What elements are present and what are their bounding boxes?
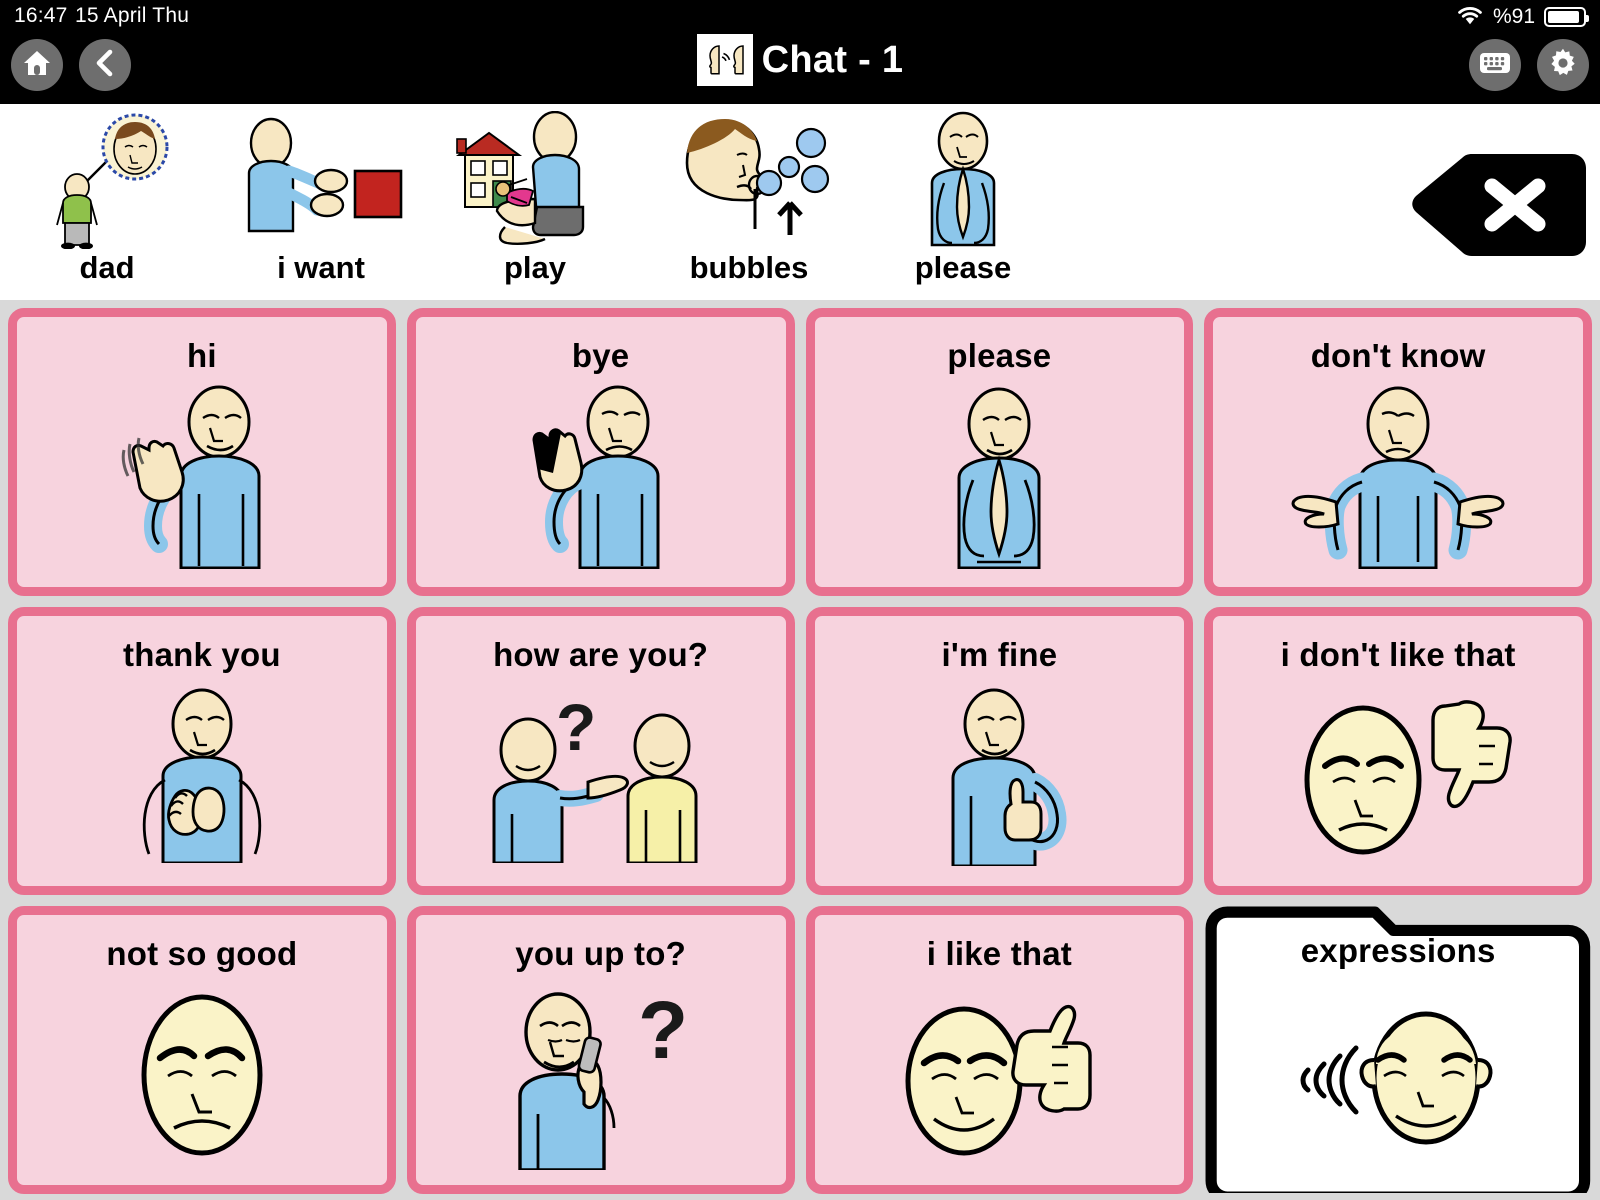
sentence-item-label: please (914, 250, 1012, 285)
status-date: 15 April Thu (75, 4, 190, 27)
board-cell-thank-you[interactable]: thank you (8, 607, 396, 895)
svg-text:?: ? (638, 985, 688, 1076)
cell-label: thank you (123, 636, 281, 673)
person-on-phone-question-icon: ? (416, 970, 786, 1185)
cell-label: how are you? (493, 636, 709, 673)
board-cell-dont-know[interactable]: don't know (1204, 308, 1592, 596)
page-title: Chat - 1 (0, 34, 1600, 86)
board-cell-im-fine[interactable]: i'm fine (805, 607, 1194, 895)
board-cell-i-like-that[interactable]: i like that (805, 906, 1194, 1194)
sentence-item-i-want[interactable]: i want (214, 104, 428, 300)
svg-text:?: ? (556, 690, 596, 764)
cell-label: hi (187, 337, 217, 374)
wifi-icon (1456, 4, 1484, 30)
sentence-item-label: dad (79, 250, 135, 285)
board-cell-expressions-folder[interactable]: expressions (1204, 906, 1592, 1194)
person-waving-goodbye-icon (416, 372, 786, 587)
board-cell-hi[interactable]: hi (8, 308, 396, 596)
sentence-items: dad i want play bubbles please (0, 104, 1070, 300)
cell-label: i don't like that (1280, 636, 1516, 673)
cell-label: not so good (106, 935, 298, 972)
board-cell-i-dont-like-that[interactable]: i don't like that (1204, 607, 1592, 895)
board-cell-how-are-you[interactable]: how are you? ? (406, 607, 795, 895)
two-talking-heads-icon (696, 34, 753, 86)
battery-icon (1544, 7, 1589, 27)
person-waving-hello-icon (17, 372, 387, 587)
clear-sentence-button[interactable] (1410, 152, 1588, 258)
battery-percent: %91 (1492, 5, 1535, 28)
person-reaching-red-square-icon (221, 110, 421, 250)
cell-label: don't know (1310, 337, 1486, 374)
sentence-item-bubbles[interactable]: bubbles (642, 104, 856, 300)
sentence-item-play[interactable]: play (428, 104, 642, 300)
sentence-item-label: bubbles (689, 250, 809, 285)
board-cell-not-so-good[interactable]: not so good (8, 906, 396, 1194)
cell-label: i like that (926, 935, 1072, 972)
status-indicators: %91 (1456, 4, 1589, 30)
title-text: Chat - 1 (761, 38, 904, 81)
sad-face-thumbs-down-icon (1213, 671, 1583, 886)
status-bar: 16:47 15 April Thu %91 Chat - 1 (0, 0, 1600, 104)
sentence-item-label: play (503, 250, 567, 285)
person-thought-bubble-face-icon (7, 110, 207, 250)
person-praying-hands-icon (815, 372, 1185, 587)
cell-label: bye (571, 337, 630, 374)
person-thumbs-up-chest-icon (815, 671, 1185, 886)
person-hands-on-heart-icon (17, 671, 387, 886)
board-cell-please[interactable]: please (805, 308, 1194, 596)
cell-label: please (947, 337, 1052, 374)
two-people-question-mark-icon: ? (416, 671, 786, 886)
face-with-sound-waves-icon (1204, 967, 1592, 1194)
person-shrugging-icon (1213, 372, 1583, 587)
board-cell-you-up-to[interactable]: you up to? ? (406, 906, 795, 1194)
sentence-item-dad[interactable]: dad (0, 104, 214, 300)
communication-board-grid: hi bye please don't know thank you how a… (0, 300, 1600, 1200)
backspace-clear-icon (1410, 154, 1588, 262)
cell-label: i'm fine (941, 636, 1058, 673)
sad-face-icon (17, 970, 387, 1185)
person-praying-hands-icon (863, 110, 1063, 250)
cell-label: expressions (1300, 932, 1496, 969)
cell-label: you up to? (515, 935, 686, 972)
person-blowing-bubbles-icon (649, 110, 849, 250)
sentence-bar[interactable]: dad i want play bubbles please (0, 104, 1600, 300)
happy-face-thumbs-up-icon (815, 970, 1185, 1185)
sentence-item-please[interactable]: please (856, 104, 1070, 300)
status-time: 16:47 (14, 4, 68, 27)
child-playing-dollhouse-icon (435, 110, 635, 250)
board-cell-bye[interactable]: bye (406, 308, 795, 596)
sentence-item-label: i want (277, 250, 365, 285)
